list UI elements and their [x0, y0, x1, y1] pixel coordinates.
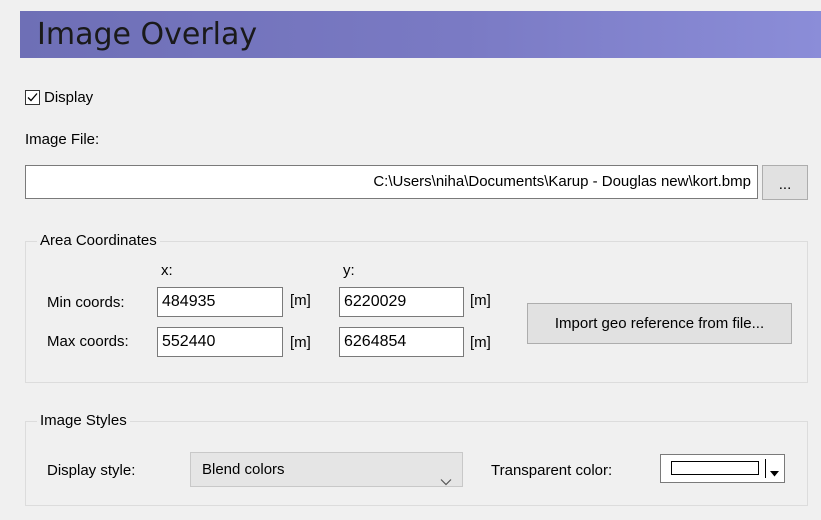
chevron-down-icon: [440, 465, 452, 498]
display-checkbox-row[interactable]: Display: [25, 87, 93, 107]
transparent-color-picker[interactable]: [660, 454, 785, 483]
min-y-input[interactable]: 6220029: [339, 287, 464, 317]
browse-button[interactable]: ...: [762, 165, 808, 200]
max-x-unit: [m]: [290, 334, 311, 351]
max-y-input[interactable]: 6264854: [339, 327, 464, 357]
image-styles-title: Image Styles: [37, 412, 130, 429]
min-x-input[interactable]: 484935: [157, 287, 283, 317]
display-label: Display: [44, 88, 94, 106]
check-icon: [27, 92, 38, 101]
y-header: y:: [343, 262, 355, 279]
area-coordinates-title: Area Coordinates: [37, 232, 160, 249]
transparent-color-label: Transparent color:: [491, 462, 613, 479]
triangle-down-icon[interactable]: [770, 464, 779, 481]
min-x-unit: [m]: [290, 292, 311, 309]
max-coords-label: Max coords:: [47, 333, 129, 350]
color-picker-divider: [765, 459, 766, 478]
panel-header: Image Overlay: [20, 11, 821, 58]
panel-title: Image Overlay: [37, 17, 258, 52]
min-y-unit: [m]: [470, 292, 491, 309]
max-x-input[interactable]: 552440: [157, 327, 283, 357]
image-file-label: Image File:: [25, 131, 100, 148]
image-file-input[interactable]: C:\Users\niha\Documents\Karup - Douglas …: [25, 165, 758, 199]
transparent-color-swatch: [671, 461, 759, 475]
display-checkbox[interactable]: [25, 89, 40, 105]
image-overlay-panel: Image Overlay Display Image File: C:\Use…: [0, 0, 821, 520]
display-style-value: Blend colors: [202, 461, 285, 478]
min-coords-label: Min coords:: [47, 294, 125, 311]
display-style-select[interactable]: Blend colors: [190, 452, 463, 487]
max-y-unit: [m]: [470, 334, 491, 351]
import-geo-reference-button[interactable]: Import geo reference from file...: [527, 303, 792, 344]
display-style-label: Display style:: [47, 462, 136, 479]
x-header: x:: [161, 262, 173, 279]
